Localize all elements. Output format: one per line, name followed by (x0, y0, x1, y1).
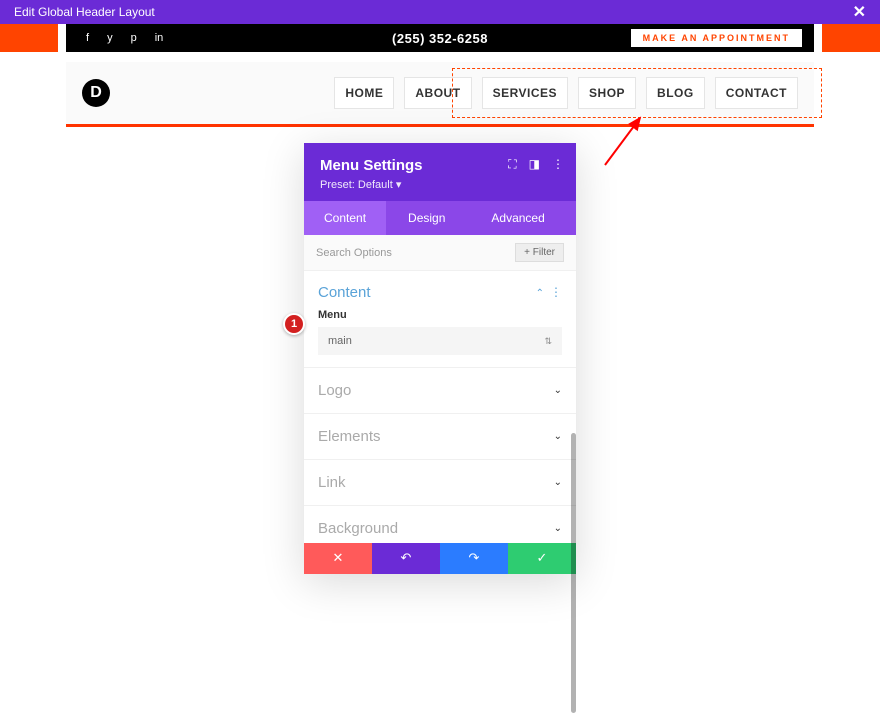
annotation-arrow (600, 110, 650, 170)
panel-header[interactable]: Menu Settings Preset: Default ▾ ⛶ ◨ ⋮ (304, 143, 576, 201)
tab-content[interactable]: Content (304, 201, 386, 235)
search-input[interactable]: Search Options (316, 247, 392, 259)
section-content-title[interactable]: Content (318, 284, 371, 301)
accent-right (822, 24, 880, 52)
menu-field-label: Menu (318, 309, 562, 321)
phone-number: (255) 352-6258 (392, 31, 488, 46)
menu-settings-panel: Menu Settings Preset: Default ▾ ⛶ ◨ ⋮ Co… (304, 143, 576, 574)
close-icon[interactable]: ✕ (853, 2, 866, 22)
menu-select[interactable]: main ⇅ (318, 327, 562, 355)
filter-button[interactable]: + Filter (515, 243, 564, 262)
section-elements[interactable]: Elements⌄ (304, 414, 576, 460)
save-button[interactable]: ✓ (508, 542, 576, 574)
expand-icon[interactable]: ⛶ (508, 157, 516, 172)
top-info-bar: f y p in (255) 352-6258 MAKE AN APPOINTM… (66, 24, 814, 52)
tab-design[interactable]: Design (386, 201, 467, 235)
social-icons: f y p in (66, 32, 163, 44)
preset-selector[interactable]: Preset: Default ▾ (320, 178, 560, 191)
facebook-icon[interactable]: f (86, 32, 89, 44)
tab-advanced[interactable]: Advanced (467, 201, 568, 235)
undo-button[interactable]: ↶ (372, 542, 440, 574)
scrollbar[interactable] (571, 433, 576, 713)
section-content: Content ⌃ ⋮ Menu main ⇅ (304, 271, 576, 368)
search-row: Search Options + Filter (304, 235, 576, 271)
settings-tabs: Content Design Advanced (304, 201, 576, 235)
menu-select-value: main (328, 335, 352, 347)
panel-header-icons: ⛶ ◨ ⋮ (508, 157, 564, 172)
chevron-down-icon: ⌄ (554, 385, 562, 396)
layout-icon[interactable]: ◨ (529, 157, 540, 172)
chevron-down-icon: ⌄ (554, 523, 562, 534)
menu-home[interactable]: HOME (334, 77, 394, 109)
panel-body: Search Options + Filter Content ⌃ ⋮ Menu … (304, 235, 576, 543)
action-buttons: ✕ ↶ ↷ ✓ (304, 542, 576, 574)
section-logo[interactable]: Logo⌄ (304, 368, 576, 414)
linkedin-icon[interactable]: in (155, 32, 164, 44)
section-background[interactable]: Background⌄ (304, 506, 576, 543)
chevron-down-icon: ⌄ (554, 477, 562, 488)
annotation-badge-1: 1 (283, 313, 305, 335)
divider-line (66, 124, 814, 127)
redo-button[interactable]: ↷ (440, 542, 508, 574)
twitter-icon[interactable]: y (107, 32, 113, 44)
edit-title: Edit Global Header Layout (14, 5, 155, 19)
appointment-button[interactable]: MAKE AN APPOINTMENT (631, 29, 802, 47)
section-link[interactable]: Link⌄ (304, 460, 576, 506)
more-icon[interactable]: ⋮ (552, 157, 564, 172)
global-edit-bar: Edit Global Header Layout ✕ (0, 0, 880, 24)
logo-icon[interactable] (82, 79, 110, 107)
chevron-down-icon: ⌄ (554, 431, 562, 442)
select-caret-icon: ⇅ (544, 336, 552, 347)
chevron-up-icon[interactable]: ⌃ (536, 288, 544, 299)
section-more-icon[interactable]: ⋮ (550, 285, 562, 299)
accent-left (0, 24, 58, 52)
cancel-button[interactable]: ✕ (304, 542, 372, 574)
pinterest-icon[interactable]: p (131, 32, 137, 44)
